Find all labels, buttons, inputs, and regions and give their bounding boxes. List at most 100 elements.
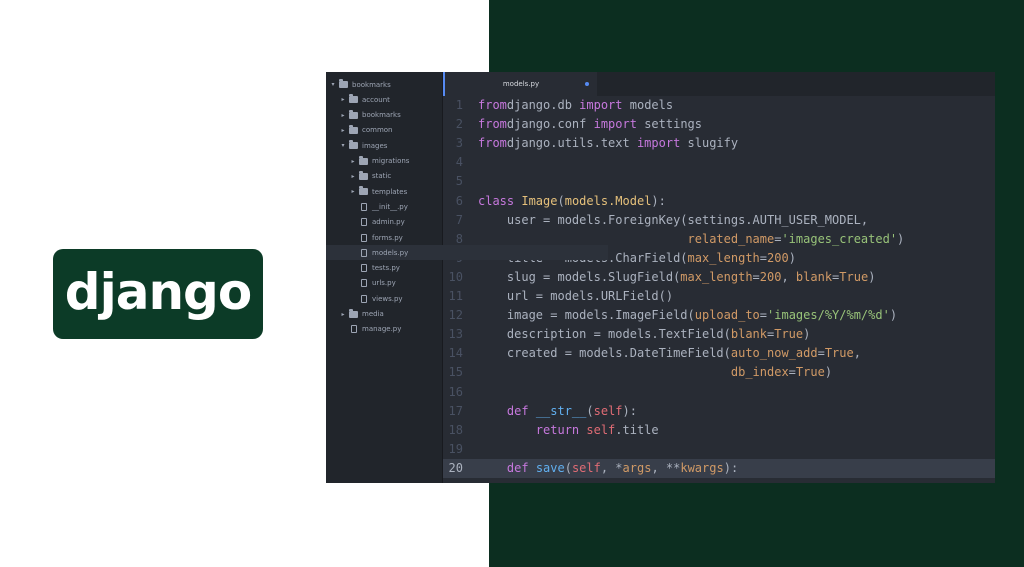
chevron-right-icon[interactable]: ▸: [349, 158, 357, 165]
tree-item-templates[interactable]: ▸ templates: [349, 184, 407, 199]
line-number: 12: [448, 308, 463, 323]
code-line[interactable]: 7 user = models.ForeignKey(settings.AUTH…: [443, 211, 995, 230]
code-text: class Image(models.Model):: [478, 193, 666, 208]
line-number: 1: [455, 98, 463, 112]
chevron-right-icon[interactable]: ▸: [339, 311, 347, 318]
file-icon: [361, 264, 367, 273]
code-text: user = models.ForeignKey(settings.AUTH_U…: [478, 212, 869, 227]
file-icon: [361, 294, 367, 303]
tree-item-label: bookmarks: [362, 111, 401, 120]
code-line[interactable]: 14 created = models.DateTimeField(auto_n…: [443, 344, 995, 363]
code-area[interactable]: 1 fromdjango.db import models 2 fromdjango.…: [443, 96, 995, 483]
chevron-down-icon[interactable]: ▾: [339, 142, 347, 149]
code-text: slug = models.SlugField(max_length=200, …: [478, 269, 876, 284]
file-icon: [361, 279, 367, 288]
tab-bar: models.py: [443, 72, 995, 96]
line-number: 15: [448, 365, 463, 380]
line-number: 17: [448, 403, 463, 418]
tree-item-init-py[interactable]: __init__.py: [349, 199, 408, 214]
code-line[interactable]: 15 db_index=True): [443, 363, 995, 382]
code-line[interactable]: 2 fromdjango.conf import settings: [443, 115, 995, 134]
code-line[interactable]: 3 fromdjango.utils.text import slugify: [443, 134, 995, 153]
line-number: 2: [455, 117, 463, 132]
line-number: 14: [448, 346, 463, 361]
tree-item-label: admin.py: [372, 218, 405, 227]
tree-item-label: common: [362, 126, 393, 135]
chevron-right-icon[interactable]: ▸: [339, 96, 347, 103]
code-line[interactable]: 10 slug = models.SlugField(max_length=20…: [443, 268, 995, 287]
chevron-right-icon[interactable]: ▸: [339, 127, 347, 134]
code-line[interactable]: 6 class Image(models.Model):: [443, 192, 995, 211]
tree-item-common[interactable]: ▸ common: [339, 123, 393, 138]
tree-item-media[interactable]: ▸ media: [339, 307, 384, 322]
tab-label: models.py: [502, 80, 540, 88]
code-editor-window: ▾ bookmarks ▸ account ▸ bookmarks ▸ common ▾ imag…: [326, 72, 995, 483]
code-text: def __str__(self):: [506, 403, 637, 418]
code-line[interactable]: 13 description = models.TextField(blank=…: [443, 325, 995, 344]
code-line[interactable]: 20 def save(self, *args, **kwargs):: [443, 458, 995, 478]
folder-icon: [349, 308, 358, 318]
line-number: 19: [448, 441, 463, 456]
modified-indicator-icon: [585, 82, 589, 86]
tree-item-views-py[interactable]: views.py: [349, 291, 403, 306]
chevron-down-icon[interactable]: ▾: [329, 81, 337, 88]
tree-item-bookmarks[interactable]: ▸ bookmarks: [339, 108, 401, 123]
line-number: 11: [448, 289, 463, 303]
code-text: fromdjango.conf import settings: [478, 117, 702, 132]
code-line[interactable]: 18 return self.title: [443, 421, 995, 440]
tree-item-label: __init__.py: [372, 202, 408, 211]
tree-item-label: migrations: [372, 157, 410, 165]
code-line[interactable]: 4: [443, 153, 995, 172]
code-line[interactable]: 12 image = models.ImageField(upload_to='…: [443, 306, 995, 325]
tree-item-bookmarks[interactable]: ▾ bookmarks: [329, 77, 391, 92]
code-line[interactable]: 5: [443, 172, 995, 191]
tree-item-tests-py[interactable]: tests.py: [349, 261, 400, 276]
file-icon: [351, 325, 357, 334]
folder-icon: [349, 109, 358, 119]
tree-item-images[interactable]: ▾ images: [339, 138, 387, 153]
code-text: return self.title: [535, 422, 659, 437]
line-number: 10: [448, 269, 463, 284]
tree-item-label: media: [362, 310, 384, 318]
django-logo: django: [53, 249, 263, 339]
chevron-right-icon[interactable]: ▸: [339, 112, 347, 119]
django-logo-text: django: [64, 263, 252, 321]
code-line[interactable]: 16: [443, 383, 995, 402]
tree-item-admin-py[interactable]: admin.py: [349, 215, 405, 230]
line-number: 7: [455, 212, 463, 227]
tree-item-manage-py[interactable]: manage.py: [339, 322, 401, 337]
tree-item-account[interactable]: ▸ account: [339, 92, 390, 107]
line-number: 20: [448, 460, 463, 475]
code-text: created = models.DateTimeField(auto_now_…: [478, 346, 861, 361]
chevron-right-icon[interactable]: ▸: [349, 173, 357, 180]
tree-item-migrations[interactable]: ▸ migrations: [349, 154, 409, 169]
tree-item-label: models.py: [372, 248, 409, 257]
tree-item-label: bookmarks: [352, 80, 391, 89]
code-line[interactable]: 1 fromdjango.db import models: [443, 96, 995, 115]
code-line[interactable]: 19: [443, 440, 995, 459]
line-number: 16: [448, 384, 463, 399]
code-text: def save(self, *args, **kwargs):: [506, 460, 739, 475]
tab-models-py[interactable]: models.py: [443, 72, 597, 96]
tree-item-label: images: [362, 141, 388, 150]
code-line[interactable]: 11 url = models.URLField(): [443, 287, 995, 306]
line-number: 4: [455, 155, 463, 170]
code-text: fromdjango.utils.text import slugify: [478, 136, 739, 151]
folder-icon: [339, 79, 348, 88]
tree-item-models-py[interactable]: models.py: [326, 245, 610, 261]
file-icon: [361, 202, 367, 211]
line-number: 5: [455, 174, 463, 189]
tree-item-forms-py[interactable]: forms.py: [349, 230, 403, 245]
code-text: url = models.URLField(): [478, 289, 674, 303]
folder-icon: [349, 140, 358, 150]
file-icon: [361, 233, 367, 242]
tree-item-label: manage.py: [362, 325, 402, 334]
tree-item-label: views.py: [372, 294, 403, 303]
tree-item-static[interactable]: ▸ static: [349, 169, 391, 184]
chevron-right-icon[interactable]: ▸: [349, 188, 357, 195]
tree-item-label: urls.py: [372, 279, 396, 288]
tree-item-label: static: [372, 172, 392, 181]
tree-item-urls-py[interactable]: urls.py: [349, 276, 396, 291]
folder-icon: [359, 155, 368, 165]
code-line[interactable]: 17 def __str__(self):: [443, 402, 995, 421]
